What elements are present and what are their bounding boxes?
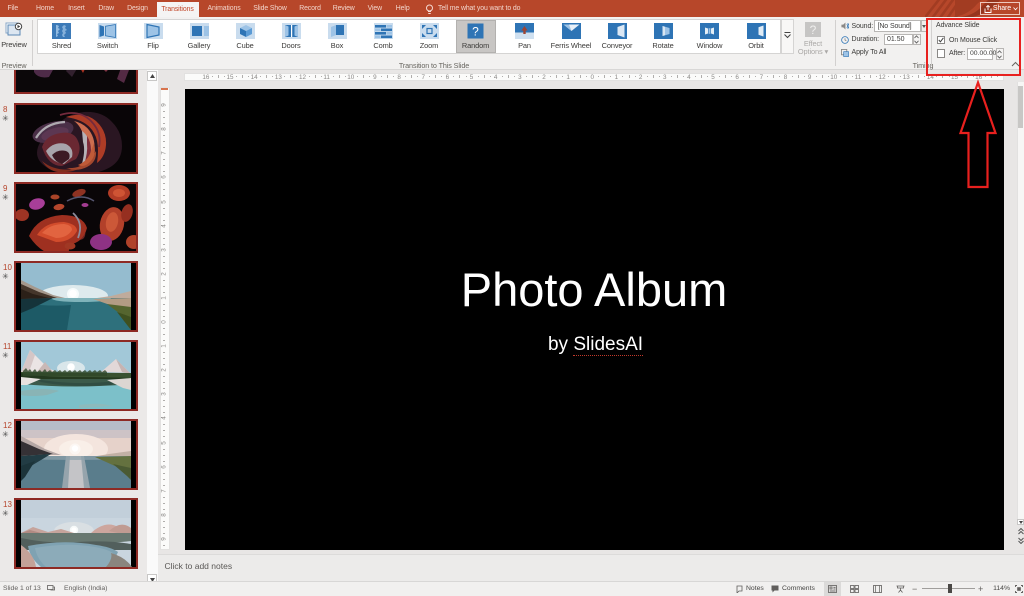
svg-text:?: ? xyxy=(472,24,479,38)
svg-text:?: ? xyxy=(810,23,817,37)
